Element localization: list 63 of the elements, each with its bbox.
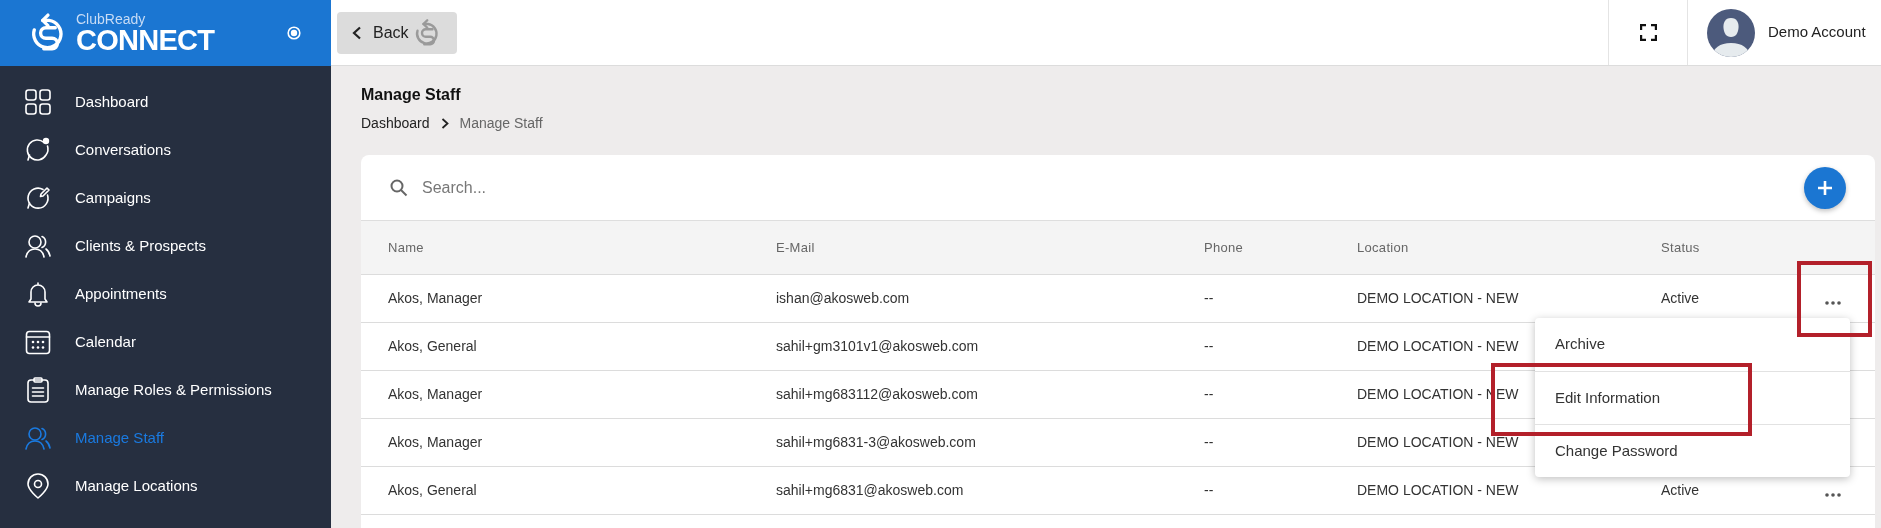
menu-item[interactable]: Edit Information (1535, 371, 1850, 424)
table-cell-text: sahil+mg6831@akosweb.com (776, 481, 964, 500)
chat-bubble-icon (25, 137, 51, 163)
table-cell-text: -- (1204, 337, 1214, 356)
table-cell-text: sahil+gm3101v1@akosweb.com (776, 337, 979, 356)
bell-icon (25, 281, 51, 307)
menu-item[interactable]: Archive (1535, 318, 1850, 371)
sidebar-item[interactable]: Calendar (0, 318, 331, 366)
column-header[interactable]: E-Mail (776, 237, 815, 258)
page-title: Manage Staff (361, 85, 462, 105)
map-pin-icon (25, 473, 51, 499)
table-cell-text: -- (1204, 481, 1214, 500)
table-cell-text: DEMO LOCATION - NEW (1357, 433, 1519, 452)
add-button[interactable] (1804, 166, 1846, 209)
table-cell-text: Active (1661, 289, 1700, 308)
table-cell-text: -- (1204, 385, 1214, 404)
column-header[interactable]: Phone (1204, 237, 1244, 258)
table-cell-text: Akos, Manager (388, 289, 483, 308)
table-cell-text: sahil+mg6831-3@akosweb.com (776, 433, 976, 452)
column-header[interactable]: Status (1661, 237, 1700, 258)
search-icon (390, 178, 408, 197)
table-cell-text: DEMO LOCATION - NEW (1357, 337, 1519, 356)
grid-icon (25, 89, 51, 115)
chevron-left-icon (351, 25, 363, 40)
table-cell-text: Akos, General (388, 481, 477, 500)
table-cell-text: Akos, General (388, 337, 477, 356)
table-cell-text: -- (1204, 289, 1214, 308)
chat-pencil-icon (25, 185, 51, 211)
search-field[interactable]: Search... (422, 175, 1804, 200)
users-icon (25, 233, 51, 259)
table-cell-text: Akos, Manager (388, 385, 483, 404)
sidebar-item[interactable]: Conversations (0, 126, 331, 174)
table-cell-text: DEMO LOCATION - NEW (1357, 481, 1519, 500)
table-cell-text: -- (1204, 433, 1214, 452)
sidebar-item[interactable]: Manage Roles & Permissions (0, 366, 331, 414)
breadcrumb-link[interactable]: Dashboard (361, 114, 430, 132)
table-cell-text: Akos, Manager (388, 433, 483, 452)
users-icon (25, 425, 51, 451)
table-cell-text: DEMO LOCATION - NEW (1357, 289, 1519, 308)
avatar-icon[interactable] (1707, 8, 1755, 57)
more-icon (1825, 492, 1841, 497)
chevron-right-icon (440, 117, 449, 129)
sidebar-item[interactable]: Dashboard (0, 78, 331, 126)
back-button[interactable]: Back (337, 11, 457, 54)
sidebar-item[interactable]: Appointments (0, 270, 331, 318)
column-header[interactable]: Location (1357, 237, 1409, 258)
table-cell-text: ishan@akosweb.com (776, 289, 910, 308)
sidebar-item[interactable]: Campaigns (0, 174, 331, 222)
column-header[interactable]: Name (388, 237, 424, 258)
plus-icon (1817, 179, 1833, 196)
table-cell-text: Active (1661, 481, 1700, 500)
fullscreen-icon[interactable] (1639, 24, 1657, 41)
table-cell-text: sahil+mg683112@akosweb.com (776, 385, 978, 404)
calendar-icon (25, 329, 51, 355)
sidebar-toggle-icon[interactable] (287, 26, 301, 40)
account-name[interactable]: Demo Account (1768, 21, 1866, 44)
sidebar-item[interactable]: Manage Locations (0, 462, 331, 510)
menu-item[interactable]: Change Password (1535, 424, 1850, 477)
brand-name: ClubReady (76, 11, 147, 26)
clipboard-icon (25, 377, 51, 403)
breadcrumb-current: Manage Staff (459, 114, 543, 132)
more-icon (1825, 300, 1841, 305)
sidebar-item[interactable]: Clients & Prospects (0, 222, 331, 270)
